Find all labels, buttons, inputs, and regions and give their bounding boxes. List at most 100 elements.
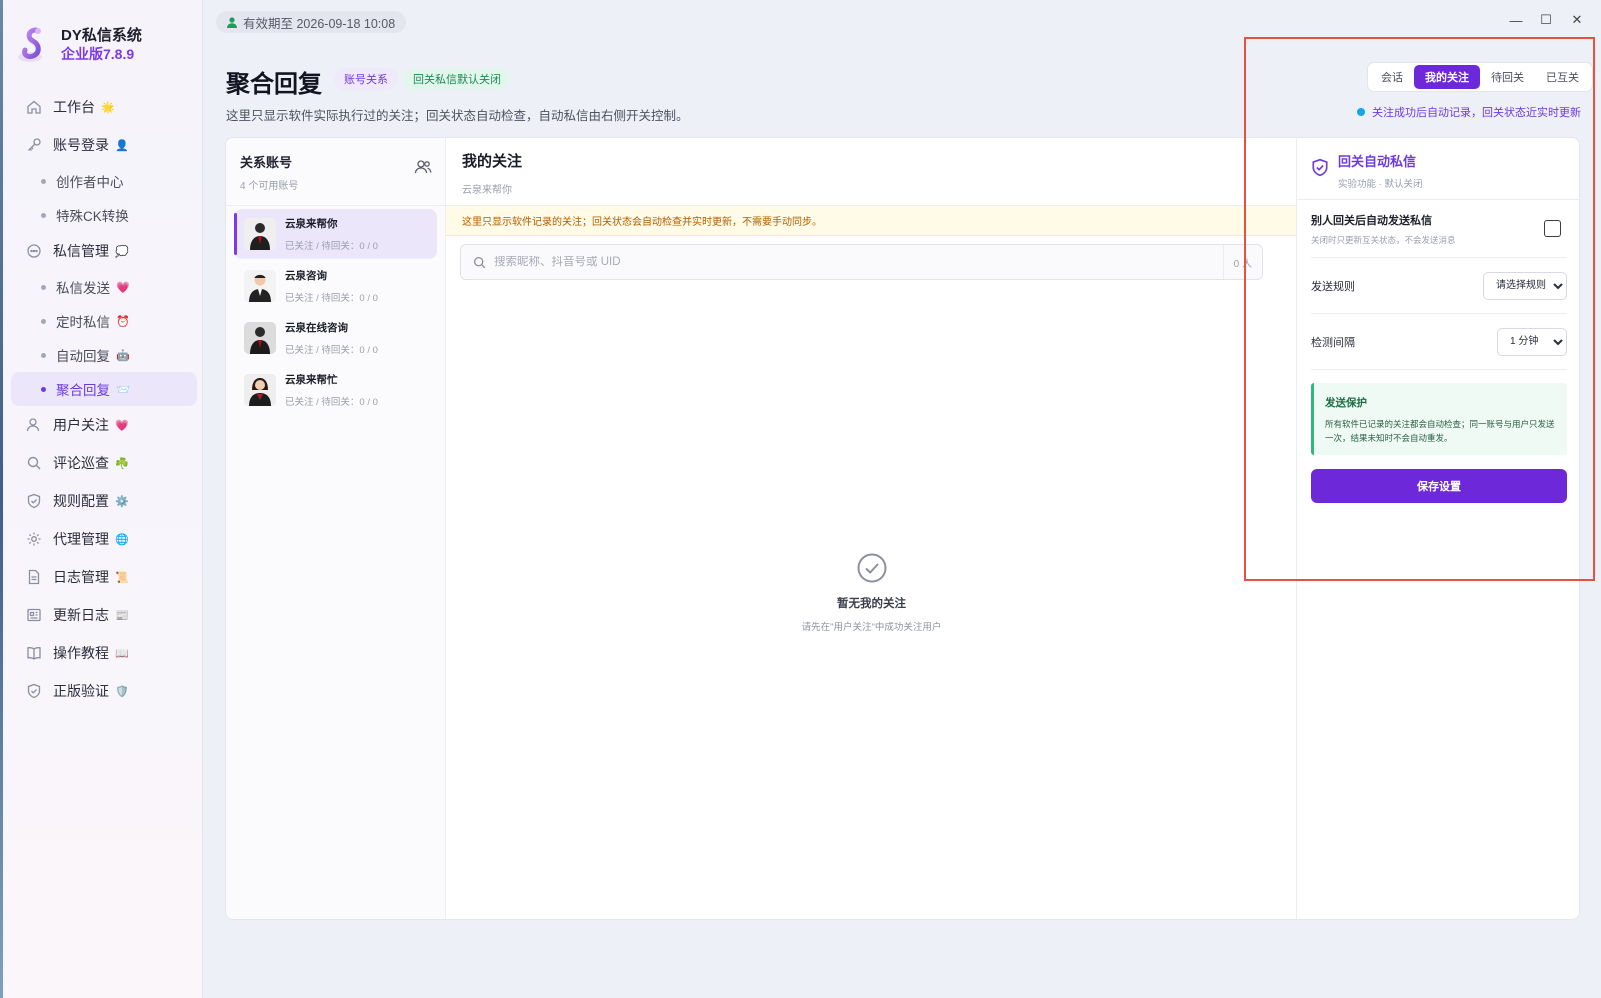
avatar <box>244 374 276 406</box>
newspaper-icon <box>25 606 43 624</box>
send-protection-title: 发送保护 <box>1325 397 1367 409</box>
scroll-icon: 📜 <box>115 571 129 584</box>
shamrock-icon: ☘️ <box>115 457 129 470</box>
send-rule-select[interactable]: 请选择规则 <box>1483 271 1567 300</box>
auto-dm-settings-panel: 回关自动私信 实验功能 · 默认关闭 别人回关后自动发送私信 关闭时只更新互关状… <box>1297 138 1579 919</box>
followback-default-badge: 回关私信默认关闭 <box>403 68 511 90</box>
maximize-button[interactable]: ☐ <box>1538 12 1554 28</box>
envelope-icon: 📨 <box>116 383 130 396</box>
sidebar-item-label: 代理管理 <box>53 531 109 547</box>
home-icon <box>25 98 43 116</box>
sidebar-item-label: 创作者中心 <box>56 175 124 190</box>
robot-icon: 🤖 <box>116 349 130 362</box>
sidebar-item-workbench[interactable]: 工作台 🌟 <box>11 88 197 126</box>
sidebar: DY私信系统 企业版7.8.9 工作台 🌟 账号登录 👤 创作者中心 特殊CK转… <box>3 0 203 998</box>
document-icon <box>25 568 43 586</box>
follows-count: 0 人 <box>1222 245 1262 279</box>
follows-search-input[interactable] <box>494 256 1223 268</box>
tab-my-follows[interactable]: 我的关注 <box>1414 65 1480 89</box>
key-icon <box>25 136 43 154</box>
auto-dm-panel-header: 回关自动私信 实验功能 · 默认关闭 <box>1297 138 1579 200</box>
bullet-dot <box>41 386 46 392</box>
sidebar-item-proxy-manage[interactable]: 代理管理 🌐 <box>11 520 197 558</box>
newspaper-emoji-icon: 📰 <box>115 609 129 622</box>
follows-search-box: 0 人 <box>460 244 1263 280</box>
follows-panel-subtitle: 云泉来帮你 <box>462 185 512 196</box>
send-rule-label: 发送规则 <box>1311 280 1355 293</box>
sidebar-item-scheduled-dm[interactable]: 定时私信 ⏰ <box>11 304 197 338</box>
sidebar-item-aggregate-reply[interactable]: 聚合回复 📨 <box>11 372 197 406</box>
sidebar-item-label: 更新日志 <box>53 607 109 623</box>
tab-conversations[interactable]: 会话 <box>1370 65 1414 89</box>
sidebar-item-license-verify[interactable]: 正版验证 🛡️ <box>11 672 197 710</box>
auto-dm-panel-title: 回关自动私信 <box>1338 154 1417 169</box>
account-stats: 已关注 / 待回关：0 / 0 <box>285 397 378 408</box>
sidebar-item-comment-patrol[interactable]: 评论巡查 ☘️ <box>11 444 197 482</box>
sidebar-item-account-login[interactable]: 账号登录 👤 <box>11 126 197 164</box>
sidebar-item-auto-reply[interactable]: 自动回复 🤖 <box>11 338 197 372</box>
license-expiry-text: 有效期至 2026-09-18 10:08 <box>243 16 396 31</box>
auto-dm-checkbox[interactable] <box>1544 220 1561 237</box>
sidebar-item-tutorial[interactable]: 操作教程 📖 <box>11 634 197 672</box>
open-book-icon: 📖 <box>115 647 129 660</box>
user-emoji-icon: 👤 <box>115 139 129 152</box>
page-title: 聚合回复 <box>226 71 322 98</box>
sidebar-item-log-manage[interactable]: 日志管理 📜 <box>11 558 197 596</box>
avatar <box>244 270 276 302</box>
account-name: 云泉来帮忙 <box>285 374 338 386</box>
bullet-dot <box>41 212 46 218</box>
shield-check-icon <box>1311 158 1329 182</box>
account-stats: 已关注 / 待回关：0 / 0 <box>285 241 378 252</box>
auto-dm-toggle-row: 别人回关后自动发送私信 关闭时只更新互关状态，不会发送消息 <box>1311 200 1567 258</box>
sidebar-item-dm-send[interactable]: 私信发送 💗 <box>11 270 197 304</box>
check-interval-label: 检测间隔 <box>1311 336 1355 349</box>
avatar <box>244 218 276 250</box>
sidebar-item-label: 定时私信 <box>56 315 110 330</box>
account-item[interactable]: 云泉来帮忙 已关注 / 待回关：0 / 0 <box>234 365 437 415</box>
send-protection-text: 所有软件已记录的关注都会自动检查；同一账号与用户只发送一次，结果未知时不会自动重… <box>1325 419 1555 443</box>
realtime-status-note: 关注成功后自动记录，回关状态近实时更新 <box>1357 104 1581 120</box>
accounts-panel: 关系账号 4 个可用账号 云泉来帮你 已关注 / 待回关：0 / 0 云泉咨询 … <box>226 138 446 919</box>
sidebar-item-ck-convert[interactable]: 特殊CK转换 <box>11 198 197 232</box>
account-item[interactable]: 云泉咨询 已关注 / 待回关：0 / 0 <box>234 261 437 311</box>
search-icon <box>25 454 43 472</box>
account-relation-badge: 账号关系 <box>334 68 398 90</box>
bullet-dot <box>41 178 46 184</box>
tab-pending-followback[interactable]: 待回关 <box>1480 65 1535 89</box>
follows-warning-bar: 这里只显示软件记录的关注；回关状态会自动检查并实时更新，不需要手动同步。 <box>446 206 1296 236</box>
minimize-button[interactable]: — <box>1508 12 1524 28</box>
follows-panel: 我的关注 云泉来帮你 这里只显示软件记录的关注；回关状态会自动检查并实时更新，不… <box>446 138 1297 919</box>
bullet-dot <box>41 284 46 290</box>
sidebar-item-label: 私信发送 <box>56 281 110 296</box>
bullet-dot <box>41 318 46 324</box>
account-name: 云泉在线咨询 <box>285 322 348 334</box>
sidebar-item-label: 特殊CK转换 <box>56 209 129 224</box>
tab-mutual-follows[interactable]: 已互关 <box>1535 65 1590 89</box>
sidebar-item-label: 账号登录 <box>53 137 109 153</box>
sidebar-item-label: 规则配置 <box>53 493 109 509</box>
account-item[interactable]: 云泉来帮你 已关注 / 待回关：0 / 0 <box>234 209 437 259</box>
account-item[interactable]: 云泉在线咨询 已关注 / 待回关：0 / 0 <box>234 313 437 363</box>
sidebar-item-label: 正版验证 <box>53 683 109 699</box>
close-button[interactable]: ✕ <box>1569 12 1585 28</box>
user-icon <box>227 16 237 28</box>
manage-accounts-icon[interactable] <box>414 159 432 180</box>
sidebar-item-creator-center[interactable]: 创作者中心 <box>11 164 197 198</box>
main-card: 关系账号 4 个可用账号 云泉来帮你 已关注 / 待回关：0 / 0 云泉咨询 … <box>225 137 1580 920</box>
sidebar-item-user-follow[interactable]: 用户关注 💗 <box>11 406 197 444</box>
sidebar-item-label: 用户关注 <box>53 417 109 433</box>
account-name: 云泉来帮你 <box>285 218 338 230</box>
bullet-dot <box>41 352 46 358</box>
sidebar-item-label: 聚合回复 <box>56 383 110 398</box>
sidebar-item-rule-config[interactable]: 规则配置 ⚙️ <box>11 482 197 520</box>
page-description: 这里只显示软件实际执行过的关注；回关状态自动检查，自动私信由右侧开关控制。 <box>226 109 689 123</box>
check-interval-select[interactable]: 1 分钟 <box>1497 327 1567 356</box>
user-plus-icon <box>25 416 43 434</box>
shield-icon <box>25 492 43 510</box>
sun-icon: 🌟 <box>101 101 115 114</box>
sidebar-item-dm-manage[interactable]: 私信管理 💭 <box>11 232 197 270</box>
sidebar-item-label: 评论巡查 <box>53 455 109 471</box>
save-settings-button[interactable]: 保存设置 <box>1311 469 1567 503</box>
check-interval-row: 检测间隔 1 分钟 <box>1311 314 1567 370</box>
sidebar-item-changelog[interactable]: 更新日志 📰 <box>11 596 197 634</box>
